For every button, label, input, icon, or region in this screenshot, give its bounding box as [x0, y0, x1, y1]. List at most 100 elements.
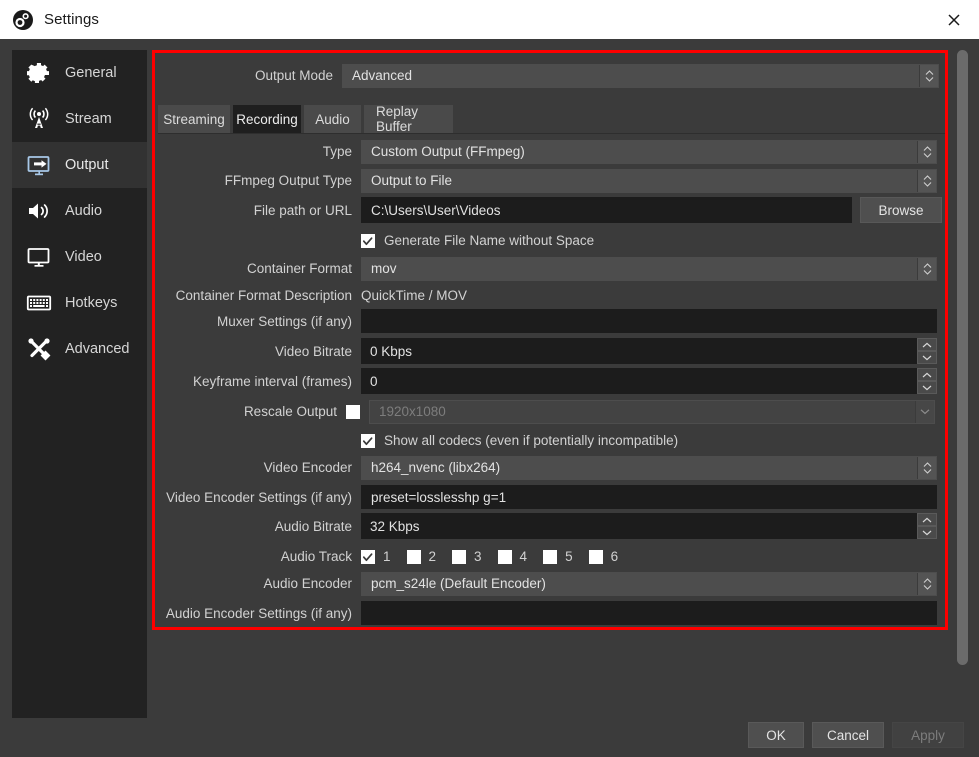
stepper-down-icon[interactable]: [917, 381, 937, 394]
ok-button[interactable]: OK: [748, 722, 804, 748]
muxer-settings-input[interactable]: [361, 309, 937, 333]
chevron-updown-icon[interactable]: [917, 257, 936, 280]
audio-track-2[interactable]: 2: [406, 549, 436, 564]
audio-bitrate-value: 32 Kbps: [370, 518, 420, 534]
stepper-up-icon[interactable]: [917, 368, 937, 381]
browse-button[interactable]: Browse: [860, 197, 942, 223]
row-muxer-settings: Muxer Settings (if any): [155, 307, 945, 335]
file-path-value: C:\Users\User\Videos: [371, 202, 501, 218]
audio-track-6-checkbox[interactable]: [588, 549, 603, 564]
audio-track-2-checkbox[interactable]: [406, 549, 421, 564]
scrollbar-thumb[interactable]: [957, 50, 968, 665]
show-all-codecs-checkbox-row[interactable]: Show all codecs (even if potentially inc…: [361, 433, 678, 448]
speaker-icon: [24, 196, 54, 226]
output-mode-combo[interactable]: Advanced: [342, 63, 939, 88]
ffmpeg-output-type-combo[interactable]: Output to File: [361, 168, 937, 193]
chevron-down-icon[interactable]: [915, 400, 934, 423]
sidebar-item-audio[interactable]: Audio: [12, 188, 147, 234]
stepper-down-icon[interactable]: [917, 526, 937, 539]
sidebar-item-video[interactable]: Video: [12, 234, 147, 280]
row-generate-no-space: Generate File Name without Space: [155, 226, 945, 255]
audio-track-3[interactable]: 3: [452, 549, 482, 564]
tab-replay-buffer[interactable]: Replay Buffer: [364, 104, 453, 134]
audio-bitrate-steppers[interactable]: [917, 513, 937, 539]
rescale-output-combo[interactable]: 1920x1080: [369, 399, 935, 424]
chevron-updown-icon[interactable]: [917, 456, 936, 479]
audio-track-4[interactable]: 4: [497, 549, 527, 564]
generate-no-space-checkbox[interactable]: [361, 233, 375, 248]
monitor-icon: [24, 242, 54, 272]
audio-track-5-checkbox[interactable]: [543, 549, 558, 564]
audio-track-6[interactable]: 6: [588, 549, 618, 564]
video-bitrate-value: 0 Kbps: [370, 343, 413, 359]
audio-track-4-checkbox[interactable]: [497, 549, 512, 564]
chevron-updown-icon[interactable]: [917, 572, 936, 595]
sidebar-item-label: Video: [65, 249, 102, 265]
container-format-combo[interactable]: mov: [361, 256, 937, 281]
sidebar-item-general[interactable]: General: [12, 50, 147, 96]
video-bitrate-steppers[interactable]: [917, 338, 937, 364]
row-show-all-codecs: Show all codecs (even if potentially inc…: [155, 426, 945, 455]
audio-bitrate-spinbox[interactable]: 32 Kbps: [361, 513, 937, 539]
chevron-updown-icon[interactable]: [919, 64, 938, 87]
audio-encoder-combo[interactable]: pcm_s24le (Default Encoder): [361, 571, 937, 596]
audio-track-label: Audio Track: [280, 549, 352, 564]
keyframe-interval-value: 0: [370, 373, 378, 389]
rescale-output-checkbox[interactable]: [346, 404, 360, 419]
generate-no-space-label: Generate File Name without Space: [384, 233, 595, 248]
tab-streaming[interactable]: Streaming: [158, 105, 230, 133]
output-mode-value: Advanced: [352, 68, 413, 83]
stepper-up-icon[interactable]: [917, 513, 937, 526]
audio-encoder-settings-input[interactable]: [361, 601, 937, 625]
tab-audio[interactable]: Audio: [304, 105, 361, 133]
audio-bitrate-label: Audio Bitrate: [274, 518, 352, 534]
sidebar-item-output[interactable]: Output: [12, 142, 147, 188]
chevron-updown-icon[interactable]: [917, 169, 936, 192]
cancel-label: Cancel: [826, 727, 870, 743]
sidebar-item-label: Hotkeys: [65, 295, 118, 311]
output-tabs: Streaming Recording Audio Replay Buffer: [158, 104, 945, 134]
tab-recording[interactable]: Recording: [233, 105, 301, 133]
output-settings-content: Output Mode Advanced Streaming Recording…: [155, 53, 945, 627]
row-video-encoder-settings: Video Encoder Settings (if any) preset=l…: [155, 483, 945, 511]
stepper-down-icon[interactable]: [917, 351, 937, 364]
sidebar-item-stream[interactable]: Stream: [12, 96, 147, 142]
row-audio-track: Audio Track 1 2 3 4 5 6: [155, 542, 945, 571]
keyframe-interval-spinbox[interactable]: 0: [361, 368, 937, 394]
output-icon: [24, 150, 54, 180]
settings-panel: Output Mode Advanced Streaming Recording…: [152, 50, 949, 718]
audio-track-5[interactable]: 5: [543, 549, 573, 564]
rescale-output-value: 1920x1080: [379, 404, 446, 419]
audio-track-3-checkbox[interactable]: [452, 549, 467, 564]
audio-track-1[interactable]: 1: [361, 549, 391, 564]
close-icon[interactable]: [929, 0, 979, 39]
apply-label: Apply: [911, 727, 945, 743]
video-bitrate-spinbox[interactable]: 0 Kbps: [361, 338, 937, 364]
sidebar-item-advanced[interactable]: Advanced: [12, 326, 147, 372]
row-audio-encoder: Audio Encoder pcm_s24le (Default Encoder…: [155, 569, 945, 598]
keyframe-interval-steppers[interactable]: [917, 368, 937, 394]
video-encoder-settings-label: Video Encoder Settings (if any): [166, 489, 352, 505]
file-path-input[interactable]: C:\Users\User\Videos: [361, 197, 852, 223]
cancel-button[interactable]: Cancel: [812, 722, 884, 748]
row-audio-bitrate: Audio Bitrate 32 Kbps: [155, 511, 945, 541]
panel-scrollbar[interactable]: [957, 50, 968, 718]
sidebar-item-hotkeys[interactable]: Hotkeys: [12, 280, 147, 326]
audio-track-1-checkbox[interactable]: [361, 549, 375, 564]
container-format-description-label: Container Format Description: [175, 288, 352, 303]
stepper-up-icon[interactable]: [917, 338, 937, 351]
generate-no-space-checkbox-row[interactable]: Generate File Name without Space: [361, 233, 594, 248]
video-encoder-settings-input[interactable]: preset=losslesshp g=1: [361, 485, 937, 509]
file-path-label: File path or URL: [253, 202, 352, 218]
ffmpeg-output-type-value: Output to File: [371, 173, 453, 188]
video-encoder-combo[interactable]: h264_nvenc (libx264): [361, 455, 937, 480]
broadcast-icon: [24, 104, 54, 134]
type-combo[interactable]: Custom Output (FFmpeg): [361, 139, 937, 164]
show-all-codecs-label: Show all codecs (even if potentially inc…: [384, 433, 679, 448]
chevron-updown-icon[interactable]: [917, 140, 936, 163]
tools-icon: [24, 334, 54, 364]
row-ffmpeg-output-type: FFmpeg Output Type Output to File: [155, 166, 945, 195]
video-encoder-label: Video Encoder: [263, 460, 352, 475]
video-encoder-settings-value: preset=losslesshp g=1: [371, 489, 507, 505]
show-all-codecs-checkbox[interactable]: [361, 433, 375, 448]
